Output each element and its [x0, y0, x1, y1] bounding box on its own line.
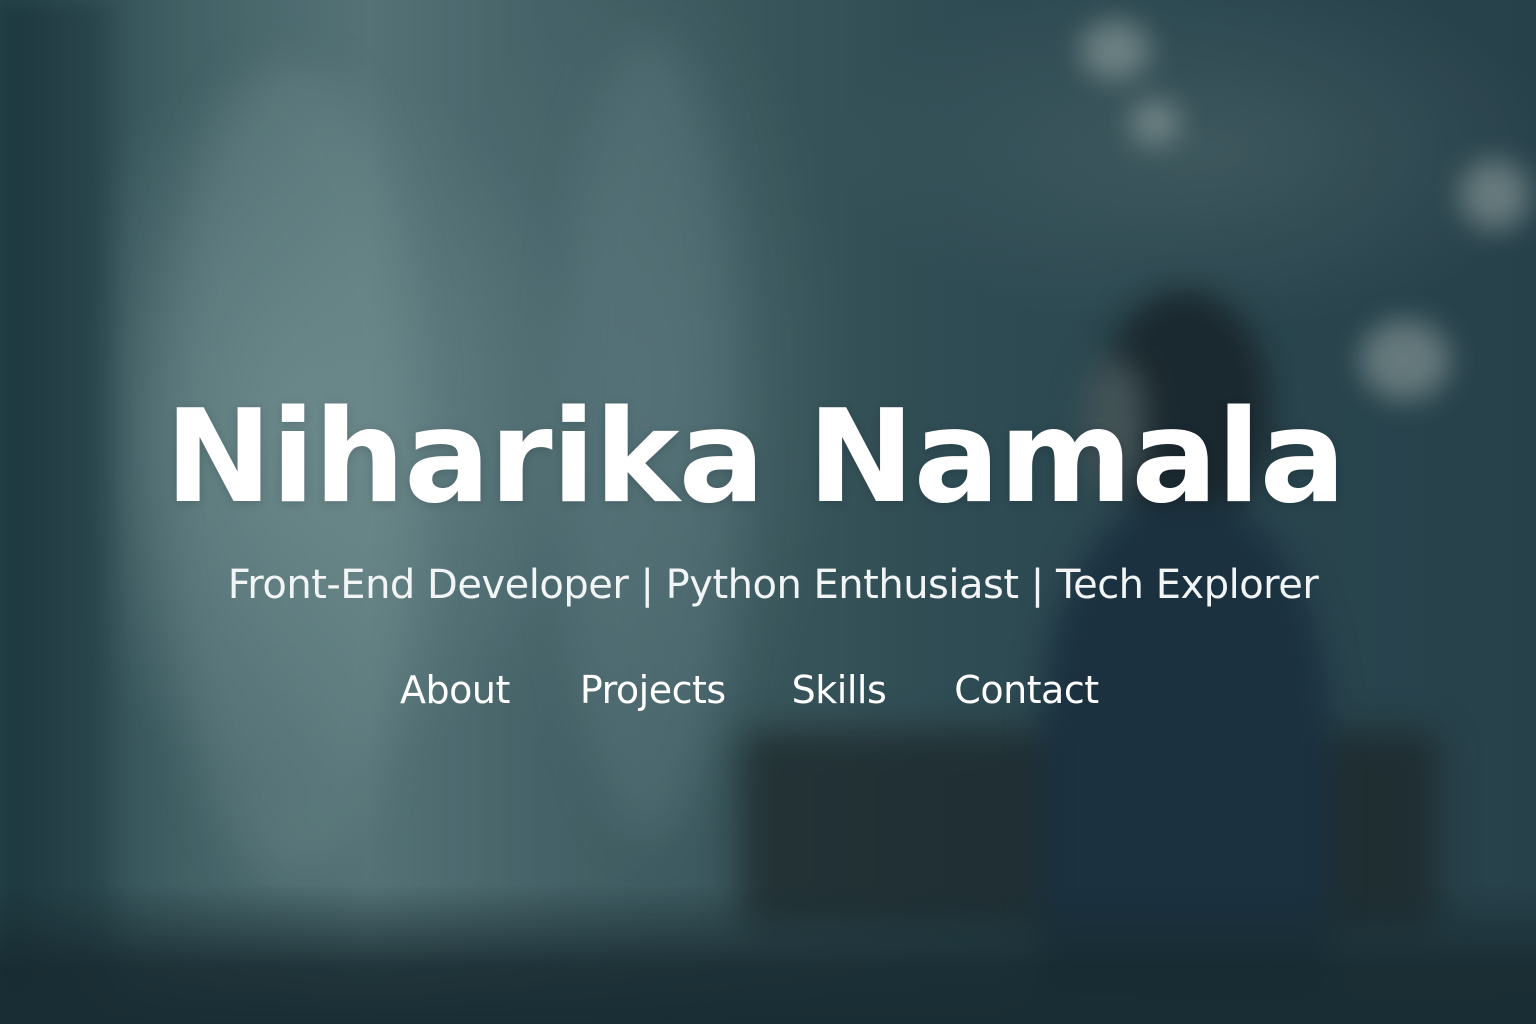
nav-link-contact[interactable]: Contact [954, 664, 1099, 716]
hero-content: Niharika Namala Front-End Developer | Py… [0, 0, 1536, 1024]
nav-link-skills[interactable]: Skills [792, 664, 887, 716]
hero-name-heading: Niharika Namala [164, 383, 1346, 532]
nav-link-projects[interactable]: Projects [580, 664, 726, 716]
hero-tagline: Front-End Developer | Python Enthusiast … [227, 562, 1319, 608]
nav-link-about[interactable]: About [400, 664, 510, 716]
main-nav: About Projects Skills Contact [400, 664, 1099, 716]
